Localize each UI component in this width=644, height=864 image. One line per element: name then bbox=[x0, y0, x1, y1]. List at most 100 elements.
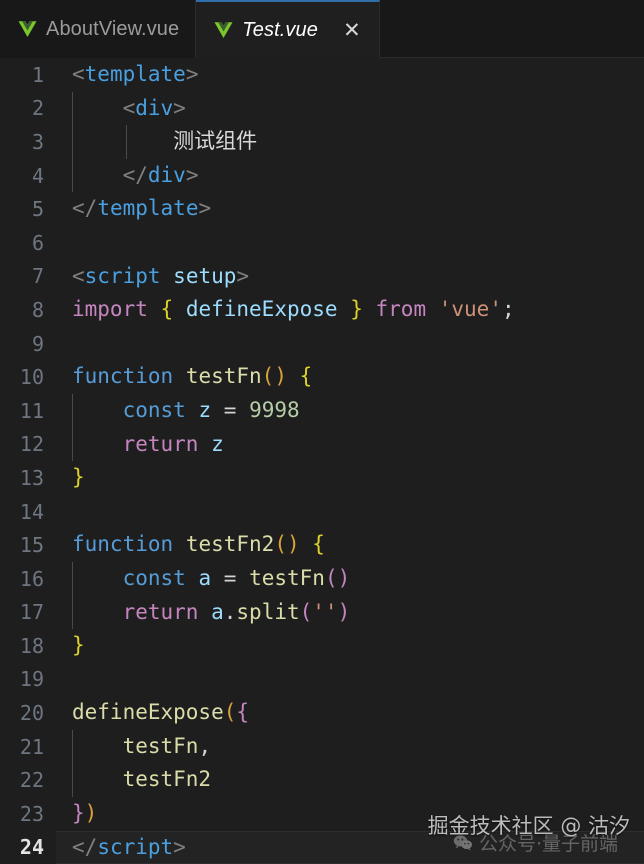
code-line-content[interactable]: return z bbox=[56, 427, 644, 462]
code-line-content[interactable]: const a = testFn() bbox=[56, 561, 644, 596]
code-line-content[interactable]: import { defineExpose } from 'vue'; bbox=[56, 293, 644, 327]
code-line[interactable]: 12 return z bbox=[0, 427, 644, 462]
code-token: / bbox=[84, 196, 98, 221]
code-line-content[interactable]: </script> bbox=[56, 830, 644, 864]
code-token: z bbox=[198, 397, 212, 422]
code-line-content[interactable]: } bbox=[56, 629, 644, 663]
code-line[interactable]: 21 testFn, bbox=[0, 729, 644, 764]
code-token: testFn2 bbox=[185, 532, 275, 557]
code-line[interactable]: 15 function testFn2() { bbox=[0, 528, 644, 562]
code-token: { bbox=[236, 700, 250, 725]
code-token: > bbox=[185, 162, 199, 187]
code-line-content[interactable]: <script setup> bbox=[56, 260, 644, 294]
line-number: 10 bbox=[19, 365, 44, 390]
close-icon[interactable]: ✕ bbox=[341, 19, 363, 41]
line-number: 14 bbox=[19, 499, 44, 524]
tab-test-vue[interactable]: Test.vue ✕ bbox=[196, 0, 380, 58]
code-line-content[interactable] bbox=[56, 663, 644, 697]
line-number: 13 bbox=[19, 465, 44, 490]
code-line[interactable]: 8 import { defineExpose } from 'vue'; bbox=[0, 293, 644, 327]
line-number: 19 bbox=[19, 667, 44, 692]
code-line-content[interactable]: return a.split('') bbox=[56, 595, 644, 630]
code-line-content[interactable]: }) bbox=[56, 797, 644, 831]
code-line-content[interactable]: </template> bbox=[56, 192, 644, 226]
code-token: template bbox=[84, 62, 186, 86]
code-line[interactable]: 3 测试组件 bbox=[0, 125, 644, 159]
code-line-content[interactable]: <template> bbox=[56, 58, 644, 92]
code-editor-area[interactable]: 1 <template> 2 <div> 3 测试组件 4 </div> 5 </templ… bbox=[0, 58, 644, 864]
code-line-content[interactable]: </div> bbox=[56, 158, 644, 193]
code-line[interactable]: 23}) bbox=[0, 797, 644, 831]
line-number: 16 bbox=[19, 566, 44, 591]
code-line[interactable]: 22 testFn2 bbox=[0, 763, 644, 798]
code-line-content[interactable]: testFn, bbox=[56, 729, 644, 764]
code-line[interactable]: 9 bbox=[0, 327, 644, 361]
code-line-content[interactable]: function testFn2() { bbox=[56, 528, 644, 562]
indent-guide bbox=[72, 427, 73, 462]
code-line-content[interactable]: <div> bbox=[56, 91, 644, 126]
code-line[interactable]: 7 <script setup> bbox=[0, 260, 644, 294]
code-token: () bbox=[261, 364, 287, 389]
line-number: 12 bbox=[19, 432, 44, 457]
indent-guide bbox=[72, 125, 73, 159]
code-line[interactable]: 18} bbox=[0, 629, 644, 663]
line-number: 23 bbox=[19, 801, 44, 826]
code-token: < bbox=[72, 196, 85, 221]
code-line-content[interactable]: function testFn() { bbox=[56, 360, 644, 394]
code-line[interactable]: 16 const a = testFn() bbox=[0, 561, 644, 596]
code-token: < bbox=[72, 834, 85, 859]
code-line[interactable]: 5 </template> bbox=[0, 192, 644, 226]
code-token: return bbox=[122, 599, 199, 624]
code-line[interactable]: 11 const z = 9998 bbox=[0, 393, 644, 428]
vue-logo-icon bbox=[214, 21, 233, 39]
code-token: defineExpose bbox=[185, 297, 338, 322]
code-token: ( bbox=[223, 700, 237, 725]
code-line[interactable]: 19 bbox=[0, 663, 644, 697]
code-line-content[interactable]: defineExpose({ bbox=[56, 696, 644, 730]
code-line-content[interactable] bbox=[56, 495, 644, 529]
tab-aboutview-vue[interactable]: AboutView.vue bbox=[0, 0, 197, 58]
code-line-content[interactable]: const z = 9998 bbox=[56, 393, 644, 428]
code-token: ) bbox=[84, 801, 98, 826]
code-line[interactable]: 2 <div> bbox=[0, 91, 644, 126]
code-line[interactable]: 17 return a.split('') bbox=[0, 595, 644, 630]
code-token: > bbox=[185, 62, 199, 86]
code-line[interactable]: 20 defineExpose({ bbox=[0, 696, 644, 730]
code-token: import bbox=[72, 297, 148, 322]
code-line[interactable]: 1 <template> bbox=[0, 58, 644, 92]
line-number: 7 bbox=[31, 264, 44, 289]
code-line-content[interactable]: } bbox=[56, 461, 644, 495]
code-token: > bbox=[236, 263, 250, 288]
code-line-content[interactable] bbox=[56, 327, 644, 361]
code-token: } bbox=[72, 465, 85, 490]
code-token: setup bbox=[173, 263, 237, 288]
line-number: 17 bbox=[19, 600, 44, 625]
code-line[interactable]: 24 </script> bbox=[0, 830, 644, 864]
code-line[interactable]: 14 bbox=[0, 495, 644, 529]
code-token: div bbox=[147, 162, 186, 187]
code-token: const bbox=[122, 397, 186, 422]
code-line-content[interactable]: testFn2 bbox=[56, 763, 644, 798]
code-line[interactable]: 6 bbox=[0, 226, 644, 260]
code-token: script bbox=[84, 263, 161, 288]
line-number: 21 bbox=[19, 734, 44, 759]
code-line[interactable]: 10 function testFn() { bbox=[0, 360, 644, 394]
code-line-content[interactable] bbox=[56, 226, 644, 260]
line-number: 11 bbox=[19, 398, 44, 423]
vue-logo-icon bbox=[214, 21, 233, 38]
code-line[interactable]: 4 </div> bbox=[0, 158, 644, 193]
line-number: 1 bbox=[31, 62, 44, 87]
code-token: a bbox=[198, 565, 212, 590]
code-line[interactable]: 13} bbox=[0, 461, 644, 495]
code-line-content[interactable]: 测试组件 bbox=[56, 125, 644, 159]
